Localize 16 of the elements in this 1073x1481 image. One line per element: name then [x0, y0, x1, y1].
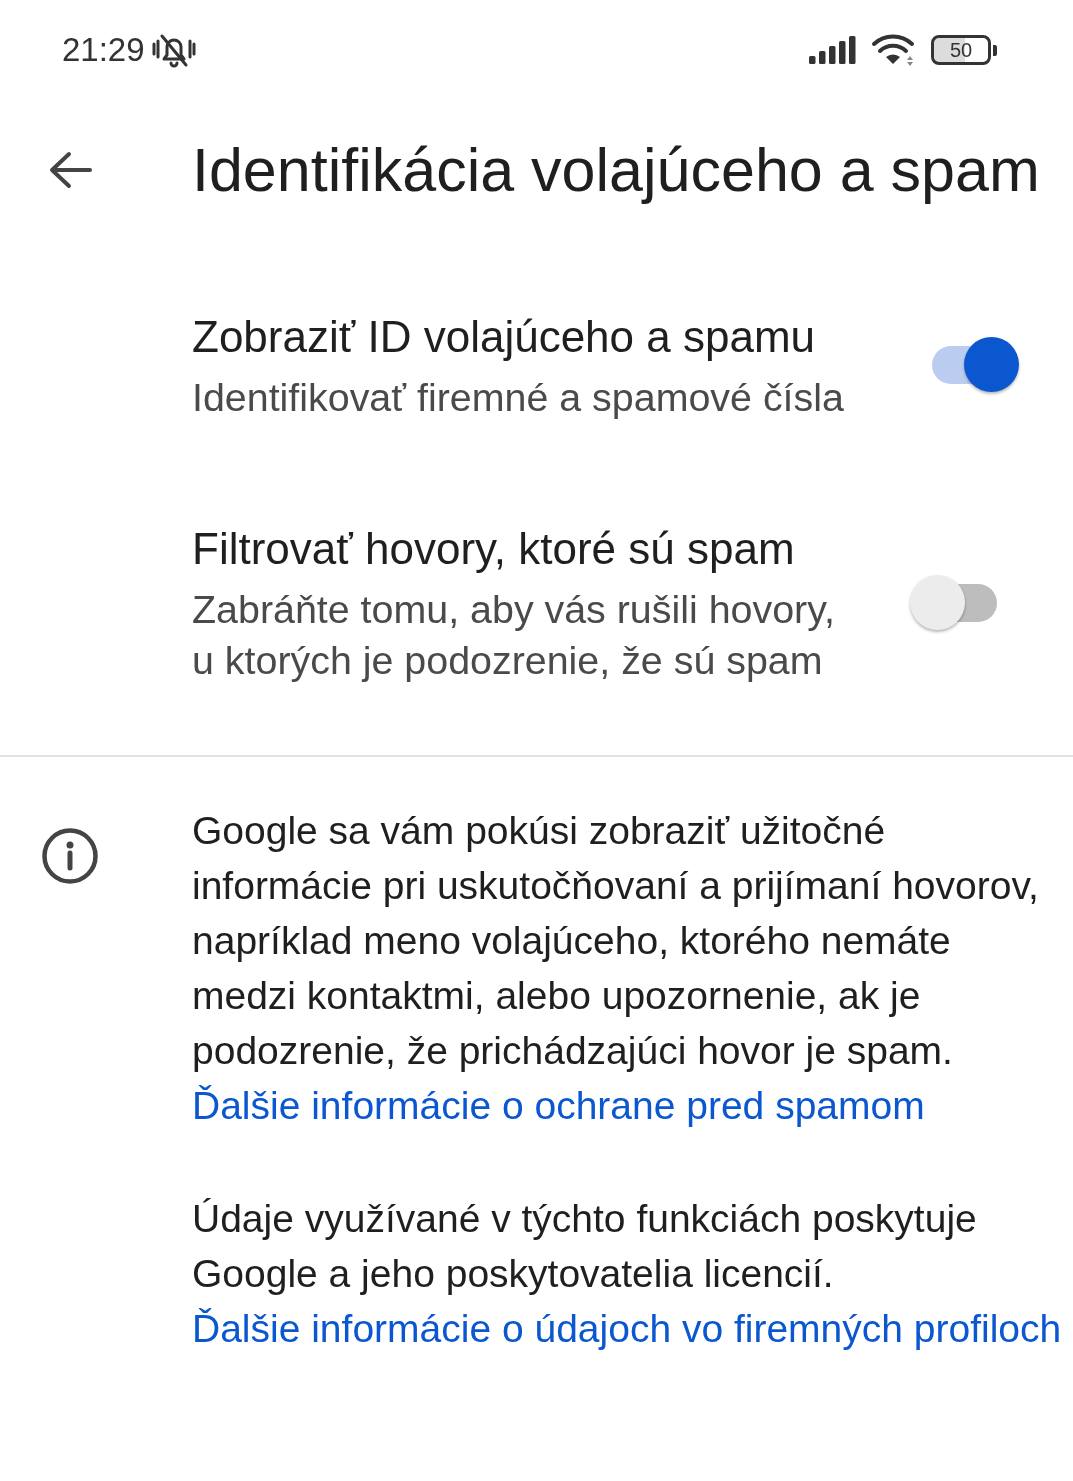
setting-title: Filtrovať hovory, ktoré sú spam: [192, 523, 796, 575]
signal-icon: [809, 36, 857, 64]
setting-title: Zobraziť ID volajúceho a spamu: [192, 311, 817, 363]
wifi-icon: [871, 33, 917, 67]
learn-more-link[interactable]: Ďalšie informácie o údajoch vo firemných profiloch: [192, 1307, 1062, 1350]
page-title: Identifikácia volajúceho a spam: [192, 135, 1041, 206]
setting-summary: Zabráňte tomu, aby vás rušili hovory, u ktorých je podozrenie, že sú spam: [192, 586, 836, 684]
info-icon: [42, 828, 98, 884]
learn-more-link[interactable]: Ďalšie informácie o ochrane pred spamom: [192, 1084, 925, 1127]
setting-summary: Identifikovať firemné a spamové čísla: [192, 374, 845, 421]
info-paragraph: Údaje využívané v týchto funkciách poskytuje Google a jeho poskytovatelia licencií. Ďalšie informácie o údajoch vo firemných profiloch: [192, 1196, 1063, 1352]
bell-off-icon: [150, 32, 197, 68]
battery-percent: 50: [949, 39, 973, 61]
back-arrow-icon: [48, 151, 92, 189]
status-time: 21:29: [62, 30, 145, 70]
info-paragraph: Google sa vám pokúsi zobraziť užitočné informácie pri uskutočňovaní a prijímaní hovorov, napríklad meno volajúceho, ktorého nemáte medzi kontaktmi, alebo upozornenie, ak je podozrenie, že prichádzajúci hovor je spam. Ďalšie informácie o ochrane pred spamom: [192, 808, 1040, 1129]
